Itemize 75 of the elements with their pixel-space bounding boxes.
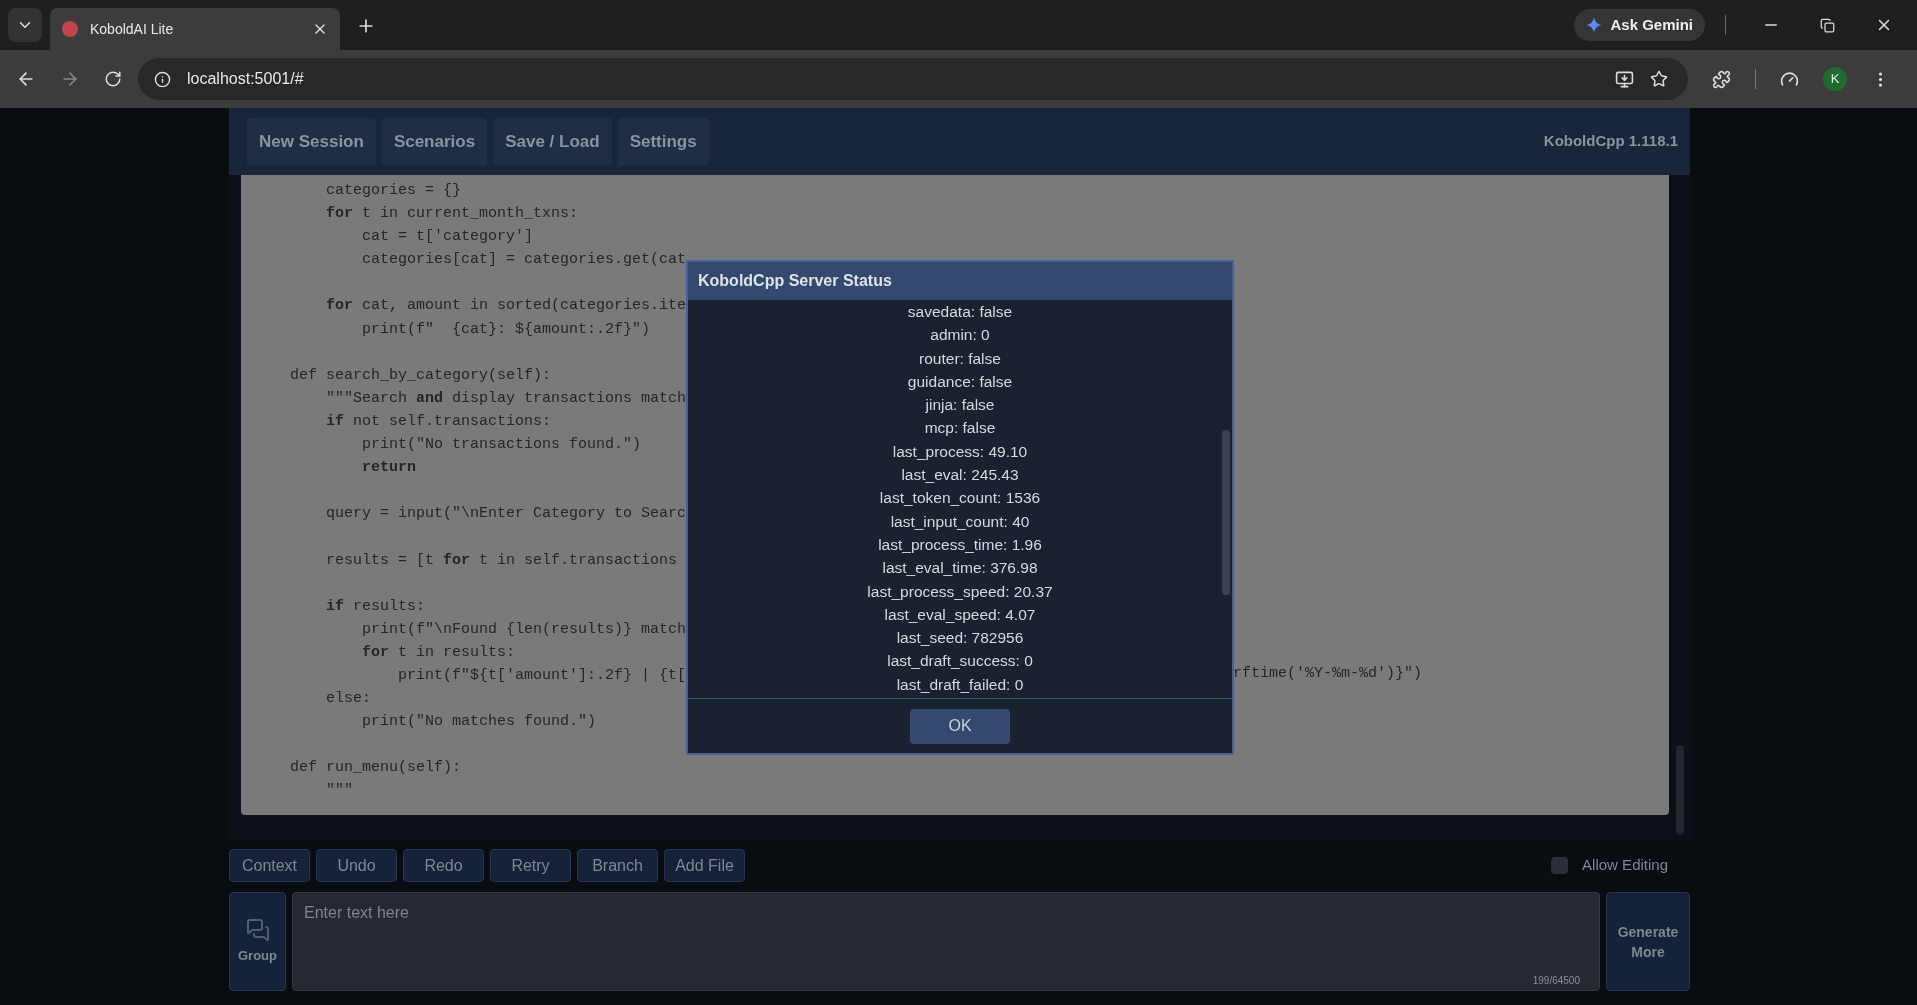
status-row-text: last_token_count: 1536 bbox=[879, 488, 1041, 509]
browser-tab[interactable]: KoboldAI Lite bbox=[50, 8, 340, 50]
code-line: results = [t for t in self.transactions bbox=[325, 551, 678, 569]
dialog-title: KoboldCpp Server Status bbox=[698, 271, 892, 291]
address-bar[interactable]: localhost:5001/# bbox=[138, 58, 1688, 100]
status-row-text: last_eval: 245.43 bbox=[901, 465, 1019, 486]
ok-button[interactable]: OK bbox=[910, 708, 1010, 744]
action-button[interactable]: Retry bbox=[490, 849, 571, 882]
nav-button[interactable]: Settings bbox=[617, 117, 709, 166]
status-row-text: last_process_time: 1.96 bbox=[878, 534, 1042, 555]
url-text: localhost:5001/# bbox=[187, 69, 305, 89]
code-line: print(f"\nFound {len(results)} match bbox=[361, 620, 687, 638]
status-row-text: last_eval_speed: 4.07 bbox=[884, 604, 1036, 625]
code-line: print(f"${t['amount']:.2f} | {t[ bbox=[397, 666, 687, 684]
generate-more-button[interactable]: Generate More bbox=[1606, 892, 1690, 991]
code-line: for cat, amount in sorted(categories.ite bbox=[325, 297, 687, 315]
bookmark-icon[interactable] bbox=[1650, 70, 1668, 88]
code-line: def search_by_category(self): bbox=[289, 366, 552, 384]
code-line: if results: bbox=[325, 597, 426, 615]
code-line: def run_menu(self): bbox=[289, 759, 462, 777]
reload-icon[interactable] bbox=[104, 70, 122, 88]
chat-bubbles-icon bbox=[245, 917, 270, 942]
nav-button[interactable]: Save / Load bbox=[493, 117, 612, 166]
status-row-text: last_seed: 782956 bbox=[896, 628, 1024, 649]
code-line: print("No matches found.") bbox=[361, 713, 597, 731]
status-row-text: last_draft_success: 0 bbox=[887, 651, 1033, 672]
code-line: cat = t['category'] bbox=[361, 228, 534, 246]
code-line: print("No transactions found.") bbox=[361, 436, 642, 454]
performance-icon[interactable] bbox=[1780, 69, 1799, 89]
code-line: for t in current_month_txns: bbox=[325, 205, 579, 223]
group-button[interactable]: Group bbox=[229, 892, 286, 991]
status-row-text: mcp: false bbox=[924, 418, 996, 439]
code-line: else: bbox=[325, 690, 372, 708]
status-row-text: savedata: false bbox=[907, 302, 1013, 322]
status-row-text: last_draft_failed: 0 bbox=[896, 674, 1024, 695]
code-line: """ bbox=[325, 782, 354, 800]
allow-editing-checkbox[interactable] bbox=[1551, 857, 1569, 874]
status-row-text: last_input_count: 40 bbox=[890, 511, 1030, 532]
action-button[interactable]: Add File bbox=[664, 849, 745, 882]
code-line: for t in results: bbox=[361, 643, 516, 661]
code-line: if not self.transactions: bbox=[325, 412, 552, 430]
action-button[interactable]: Redo bbox=[403, 849, 484, 882]
code-line: print(f" {cat}: ${amount:.2f}") bbox=[361, 320, 651, 338]
tab-list-button[interactable] bbox=[8, 8, 42, 42]
version-label: KoboldCpp 1.118.1 bbox=[1543, 131, 1678, 152]
code-line: return bbox=[361, 459, 417, 477]
nav-button[interactable]: Scenarios bbox=[381, 117, 488, 166]
status-row-text: last_eval_time: 376.98 bbox=[882, 558, 1038, 579]
extensions-icon[interactable] bbox=[1712, 69, 1731, 89]
code-line: categories = {} bbox=[325, 182, 462, 199]
status-row-text: jinja: false bbox=[925, 395, 995, 416]
ask-gemini-button[interactable]: Ask Gemini bbox=[1574, 9, 1705, 41]
status-row-text: guidance: false bbox=[907, 371, 1013, 392]
code-line: """Search and display transactions match bbox=[325, 389, 687, 407]
allow-editing-label: Allow Editing bbox=[1582, 855, 1668, 876]
sparkle-icon bbox=[1586, 17, 1603, 33]
status-row-text: admin: 0 bbox=[930, 325, 990, 346]
tab-title: KoboldAI Lite bbox=[90, 19, 175, 39]
install-icon[interactable] bbox=[1615, 69, 1634, 89]
nav-button[interactable]: New Session bbox=[247, 117, 376, 166]
status-row-text: last_process: 49.10 bbox=[892, 441, 1028, 462]
action-button[interactable]: Undo bbox=[316, 849, 397, 882]
restore-icon[interactable] bbox=[1820, 18, 1835, 33]
status-row-text: router: false bbox=[919, 348, 1001, 369]
code-line: categories[cat] = categories.get(cat bbox=[361, 251, 687, 269]
code-line: rftime('%Y-%m-%d')}") bbox=[1233, 663, 1423, 684]
code-line: query = input("\nEnter Category to Searc bbox=[325, 505, 687, 523]
action-button[interactable]: Branch bbox=[577, 849, 658, 882]
info-icon bbox=[154, 70, 171, 88]
action-button[interactable]: Context bbox=[229, 849, 310, 882]
character-counter: 199/64500 bbox=[1532, 974, 1580, 988]
profile-avatar[interactable]: K bbox=[1823, 67, 1847, 91]
scrollbar-thumb[interactable] bbox=[1222, 430, 1230, 595]
status-row-text: last_process_speed: 20.37 bbox=[867, 581, 1053, 602]
favicon-icon bbox=[62, 21, 78, 37]
